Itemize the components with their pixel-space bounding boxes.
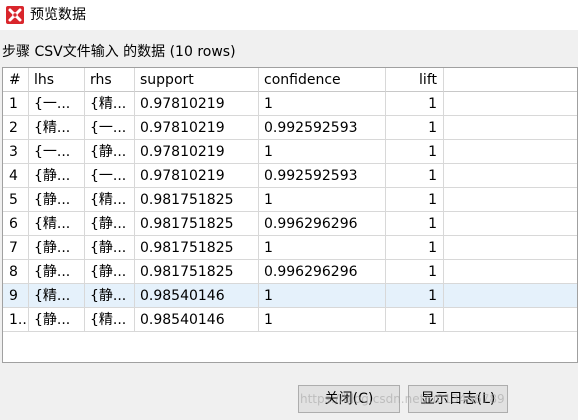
rhs-cell[interactable]: {一...	[85, 164, 135, 188]
lift-cell[interactable]: 1	[386, 308, 444, 332]
row-index[interactable]: 9	[3, 284, 29, 308]
column-header-rhs[interactable]: rhs	[85, 68, 135, 92]
lhs-cell[interactable]: {静...	[29, 308, 85, 332]
column-header-index[interactable]: #	[3, 68, 29, 92]
row-filler	[444, 212, 577, 236]
watermark: https://blog.csdn.net/u013456789	[300, 392, 505, 406]
rhs-cell[interactable]: {精...	[85, 188, 135, 212]
rhs-cell[interactable]: {静...	[85, 260, 135, 284]
confidence-cell[interactable]: 0.996296296	[259, 212, 386, 236]
rhs-cell[interactable]: {精...	[85, 308, 135, 332]
row-index[interactable]: 1	[3, 92, 29, 116]
lhs-cell[interactable]: {静...	[29, 236, 85, 260]
row-index[interactable]: 8	[3, 260, 29, 284]
lhs-cell[interactable]: {静...	[29, 188, 85, 212]
support-cell[interactable]: 0.981751825	[135, 212, 259, 236]
support-cell[interactable]: 0.97810219	[135, 92, 259, 116]
table-row[interactable]: 7 {静... {静... 0.981751825 1 1	[3, 236, 577, 260]
row-filler	[444, 236, 577, 260]
column-header-lhs[interactable]: lhs	[29, 68, 85, 92]
support-cell[interactable]: 0.97810219	[135, 140, 259, 164]
support-cell[interactable]: 0.97810219	[135, 164, 259, 188]
lift-cell[interactable]: 1	[386, 116, 444, 140]
lhs-cell[interactable]: {一...	[29, 140, 85, 164]
table-row[interactable]: 1 {一... {精... 0.97810219 1 1	[3, 92, 577, 116]
table-row[interactable]: 9 {精... {静... 0.98540146 1 1	[3, 284, 577, 308]
support-cell[interactable]: 0.981751825	[135, 260, 259, 284]
row-filler	[444, 140, 577, 164]
lift-cell[interactable]: 1	[386, 188, 444, 212]
rhs-cell[interactable]: {静...	[85, 140, 135, 164]
row-filler	[444, 164, 577, 188]
lift-cell[interactable]: 1	[386, 236, 444, 260]
column-header-support[interactable]: support	[135, 68, 259, 92]
confidence-cell[interactable]: 1	[259, 188, 386, 212]
table-row[interactable]: 1...{静...{精...0.9854014611	[3, 308, 577, 332]
row-index[interactable]: 4	[3, 164, 29, 188]
confidence-cell[interactable]: 0.992592593	[259, 116, 386, 140]
rhs-cell[interactable]: {静...	[85, 212, 135, 236]
confidence-cell[interactable]: 1	[259, 140, 386, 164]
row-index[interactable]: 7	[3, 236, 29, 260]
column-header-confidence[interactable]: confidence	[259, 68, 386, 92]
support-cell[interactable]: 0.97810219	[135, 116, 259, 140]
table-row[interactable]: 4 {静... {一... 0.97810219 0.992592593 1	[3, 164, 577, 188]
lift-cell[interactable]: 1	[386, 140, 444, 164]
table-row[interactable]: 5 {静... {精... 0.981751825 1 1	[3, 188, 577, 212]
table-header: # lhs rhs support confidence lift	[3, 68, 577, 92]
support-cell[interactable]: 0.981751825	[135, 188, 259, 212]
table-row[interactable]: 3 {一... {静... 0.97810219 1 1	[3, 140, 577, 164]
confidence-cell[interactable]: 1	[259, 284, 386, 308]
row-filler	[444, 188, 577, 212]
lhs-cell[interactable]: {静...	[29, 164, 85, 188]
row-index[interactable]: 2	[3, 116, 29, 140]
lhs-cell[interactable]: {一...	[29, 92, 85, 116]
row-filler	[444, 116, 577, 140]
lift-cell[interactable]: 1	[386, 164, 444, 188]
lhs-cell[interactable]: {精...	[29, 212, 85, 236]
row-filler	[444, 260, 577, 284]
rhs-cell[interactable]: {精...	[85, 92, 135, 116]
confidence-cell[interactable]: 1	[259, 308, 386, 332]
support-cell[interactable]: 0.981751825	[135, 236, 259, 260]
row-index[interactable]: 5	[3, 188, 29, 212]
preview-subtitle: 步骤 CSV文件输入 的数据 (10 rows)	[2, 44, 236, 60]
lhs-cell[interactable]: {精...	[29, 116, 85, 140]
confidence-cell[interactable]: 1	[259, 236, 386, 260]
data-preview-table[interactable]: # lhs rhs support confidence lift 1 {一...…	[2, 67, 578, 363]
rhs-cell[interactable]: {静...	[85, 236, 135, 260]
confidence-cell[interactable]: 0.996296296	[259, 260, 386, 284]
support-cell[interactable]: 0.98540146	[135, 308, 259, 332]
lift-cell[interactable]: 1	[386, 212, 444, 236]
lift-cell[interactable]: 1	[386, 260, 444, 284]
column-header-lift[interactable]: lift	[386, 68, 444, 92]
row-index[interactable]: 1...	[3, 308, 29, 332]
row-index[interactable]: 3	[3, 140, 29, 164]
table-row[interactable]: 6 {精... {静... 0.981751825 0.996296296 1	[3, 212, 577, 236]
row-filler	[444, 308, 577, 332]
row-filler	[444, 92, 577, 116]
support-cell[interactable]: 0.98540146	[135, 284, 259, 308]
confidence-cell[interactable]: 0.992592593	[259, 164, 386, 188]
table-row[interactable]: 2 {精... {一... 0.97810219 0.992592593 1	[3, 116, 577, 140]
row-index[interactable]: 6	[3, 212, 29, 236]
table-row[interactable]: 8 {静... {静... 0.981751825 0.996296296 1	[3, 260, 577, 284]
lhs-cell[interactable]: {精...	[29, 284, 85, 308]
lhs-cell[interactable]: {静...	[29, 260, 85, 284]
lift-cell[interactable]: 1	[386, 92, 444, 116]
app-logo-icon	[6, 6, 24, 24]
column-header-filler	[444, 68, 577, 92]
window-title: 预览数据	[30, 7, 86, 23]
rhs-cell[interactable]: {一...	[85, 116, 135, 140]
rhs-cell[interactable]: {静...	[85, 284, 135, 308]
confidence-cell[interactable]: 1	[259, 92, 386, 116]
row-filler	[444, 284, 577, 308]
lift-cell[interactable]: 1	[386, 284, 444, 308]
title-bar: 预览数据	[0, 0, 578, 30]
